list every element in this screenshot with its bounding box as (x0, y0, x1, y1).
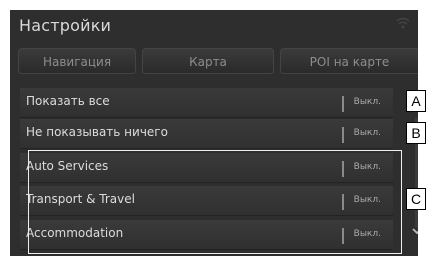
callout-c: C (406, 188, 426, 210)
tab-map[interactable]: Карта (142, 48, 274, 74)
divider (342, 127, 344, 143)
row-label: Не показывать ничего (26, 125, 168, 139)
list-item-show-nothing[interactable]: Не показывать ничего Выкл. (20, 119, 393, 149)
screen: Настройки Навигация Карта POI на карте П… (0, 0, 428, 260)
toggle-value: Выкл. (353, 128, 381, 138)
tab-navigation[interactable]: Навигация (18, 48, 136, 74)
callout-a: A (406, 90, 426, 112)
category-group-frame (28, 150, 402, 254)
row-label: Показать все (26, 94, 110, 108)
wifi-icon (396, 17, 410, 29)
toggle-value: Выкл. (353, 97, 381, 107)
callout-b: B (406, 122, 426, 144)
tab-poi-on-map[interactable]: POI на карте (280, 48, 418, 74)
divider (342, 96, 344, 112)
page-title: Настройки (19, 16, 112, 35)
list-item-show-all[interactable]: Показать все Выкл. (20, 88, 393, 118)
chevron-down-icon[interactable] (411, 226, 418, 236)
